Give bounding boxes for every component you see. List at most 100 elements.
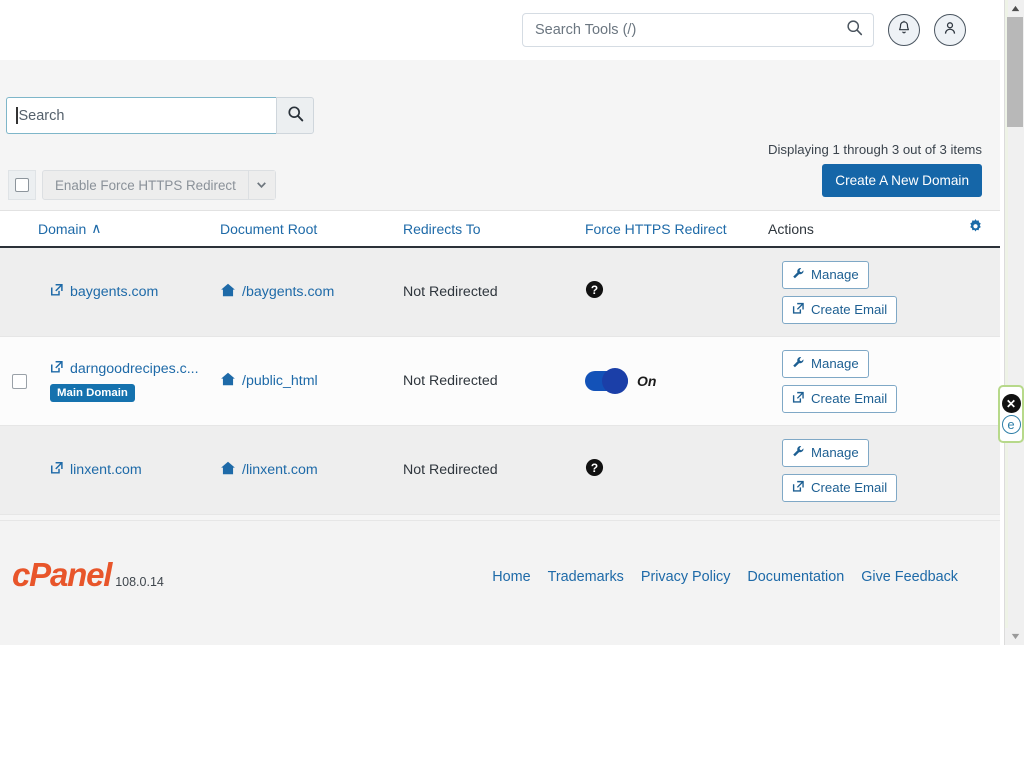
question-circle-icon[interactable]: ? — [585, 280, 604, 304]
table-row: baygents.com /baygents.com Not Redirecte… — [0, 248, 1000, 337]
create-email-button[interactable]: Create Email — [782, 473, 898, 502]
document-root-link[interactable]: /linxent.com — [220, 460, 318, 480]
filter-search-placeholder: Search — [18, 107, 65, 124]
results-count-text: Displaying 1 through 3 out of 3 items — [767, 142, 982, 157]
search-tools-container[interactable] — [522, 13, 874, 47]
domain-link[interactable]: darngoodrecipes.c... — [50, 360, 199, 378]
footer-link-give-feedback[interactable]: Give Feedback — [861, 569, 958, 585]
user-icon — [942, 20, 958, 41]
column-header-document-root[interactable]: Document Root — [220, 221, 403, 237]
row-spacer-cell — [950, 248, 1000, 336]
question-circle-icon[interactable]: ? — [585, 458, 604, 482]
document-root-path: /linxent.com — [242, 462, 318, 478]
extension-badge-icon[interactable]: e — [1001, 415, 1021, 434]
external-link-icon — [50, 283, 64, 301]
notifications-button[interactable] — [888, 14, 920, 46]
create-new-domain-button[interactable]: Create A New Domain — [822, 164, 982, 197]
row-spacer-cell — [950, 426, 1000, 514]
row-checkbox[interactable] — [11, 373, 27, 389]
filter-search-button[interactable] — [276, 97, 314, 134]
table-settings-button[interactable] — [950, 218, 1000, 240]
redirect-status: Not Redirected — [403, 462, 498, 478]
footer-link-home[interactable]: Home — [492, 569, 530, 585]
search-tools-input[interactable] — [535, 22, 840, 38]
document-root-link[interactable]: /public_html — [220, 371, 318, 391]
create-email-button[interactable]: Create Email — [782, 384, 898, 413]
home-icon — [220, 460, 236, 480]
bell-icon — [896, 20, 912, 41]
domain-name: baygents.com — [70, 284, 159, 300]
search-icon[interactable] — [846, 19, 863, 41]
column-label: Document Root — [220, 220, 318, 237]
scrollbar-thumb[interactable] — [1007, 17, 1023, 127]
force-https-toggle[interactable]: On — [585, 368, 656, 394]
row-checkbox-cell — [0, 426, 38, 514]
button-label: Manage — [811, 356, 859, 371]
global-topbar — [0, 0, 1000, 60]
filter-search-input[interactable]: Search — [6, 97, 276, 134]
manage-button[interactable]: Manage — [782, 349, 869, 378]
manage-button[interactable]: Manage — [782, 260, 869, 289]
page-footer: cPanel 108.0.14 Home Trademarks Privacy … — [0, 520, 1000, 645]
footer-link-trademarks[interactable]: Trademarks — [548, 569, 624, 585]
row-force-https-cell: ? — [585, 426, 768, 514]
domain-name: darngoodrecipes.c... — [70, 361, 199, 377]
column-header-domain[interactable]: Domain ∧ — [38, 220, 220, 237]
external-link-icon — [50, 360, 64, 378]
wrench-icon — [792, 356, 805, 372]
row-domain-cell: linxent.com — [38, 426, 220, 514]
redirect-status: Not Redirected — [403, 284, 498, 300]
close-icon[interactable]: ✕ — [1001, 394, 1021, 413]
cpanel-logo: cPanel 108.0.14 — [12, 556, 164, 594]
document-root-path: /baygents.com — [242, 284, 335, 300]
floating-extension-widget[interactable]: ✕ e — [998, 385, 1024, 443]
create-email-button[interactable]: Create Email — [782, 295, 898, 324]
column-header-actions: Actions — [768, 221, 950, 237]
table-row: darngoodrecipes.c... Main Domain /public… — [0, 337, 1000, 426]
page-scrollbar[interactable] — [1004, 0, 1024, 645]
footer-link-privacy-policy[interactable]: Privacy Policy — [641, 569, 731, 585]
row-force-https-cell: On — [585, 337, 768, 425]
screenshot-root: Search Displaying 1 through 3 out of 3 i… — [0, 0, 1024, 768]
search-icon — [287, 105, 304, 127]
gear-icon — [967, 218, 984, 240]
redirect-status: Not Redirected — [403, 373, 498, 389]
row-redirects-to-cell: Not Redirected — [403, 426, 585, 514]
row-document-root-cell: /baygents.com — [220, 248, 403, 336]
document-root-link[interactable]: /baygents.com — [220, 282, 334, 302]
table-header-row: Domain ∧ Document Root Redirects To Forc… — [0, 210, 1000, 248]
domain-link[interactable]: baygents.com — [50, 283, 158, 301]
bulk-action-dropdown[interactable]: Enable Force HTTPS Redirect — [42, 170, 276, 200]
domains-table: Domain ∧ Document Root Redirects To Forc… — [0, 210, 1000, 515]
row-domain-cell: baygents.com — [38, 248, 220, 336]
row-actions-cell: Manage Create Email — [768, 248, 950, 336]
button-label: Create Email — [811, 302, 888, 317]
external-link-icon — [792, 302, 805, 318]
checkbox-box — [15, 178, 29, 192]
scroll-down-arrow-icon[interactable] — [1005, 628, 1024, 645]
column-header-force-https[interactable]: Force HTTPS Redirect — [585, 221, 768, 237]
footer-link-documentation[interactable]: Documentation — [747, 569, 844, 585]
select-all-checkbox[interactable] — [8, 170, 36, 200]
row-actions-cell: Manage Create Email — [768, 337, 950, 425]
bulk-actions-row: Enable Force HTTPS Redirect — [8, 170, 276, 200]
text-caret — [16, 107, 18, 124]
wrench-icon — [792, 445, 805, 461]
domain-link[interactable]: linxent.com — [50, 461, 142, 479]
row-redirects-to-cell: Not Redirected — [403, 337, 585, 425]
manage-button[interactable]: Manage — [782, 438, 869, 467]
document-root-path: /public_html — [242, 373, 318, 389]
cpanel-version: 108.0.14 — [115, 575, 164, 589]
svg-text:?: ? — [591, 461, 598, 475]
page-viewport: Search Displaying 1 through 3 out of 3 i… — [0, 0, 1000, 645]
sort-ascending-icon: ∧ — [91, 220, 102, 236]
domain-name: linxent.com — [70, 462, 142, 478]
chevron-down-icon[interactable] — [247, 171, 275, 199]
external-link-icon — [50, 461, 64, 479]
toggle-switch[interactable] — [585, 368, 628, 394]
cpanel-wordmark: cPanel — [12, 556, 112, 593]
column-header-redirects-to[interactable]: Redirects To — [403, 221, 585, 237]
filter-search-group[interactable]: Search — [6, 97, 314, 134]
account-button[interactable] — [934, 14, 966, 46]
row-checkbox-cell[interactable] — [0, 337, 38, 425]
